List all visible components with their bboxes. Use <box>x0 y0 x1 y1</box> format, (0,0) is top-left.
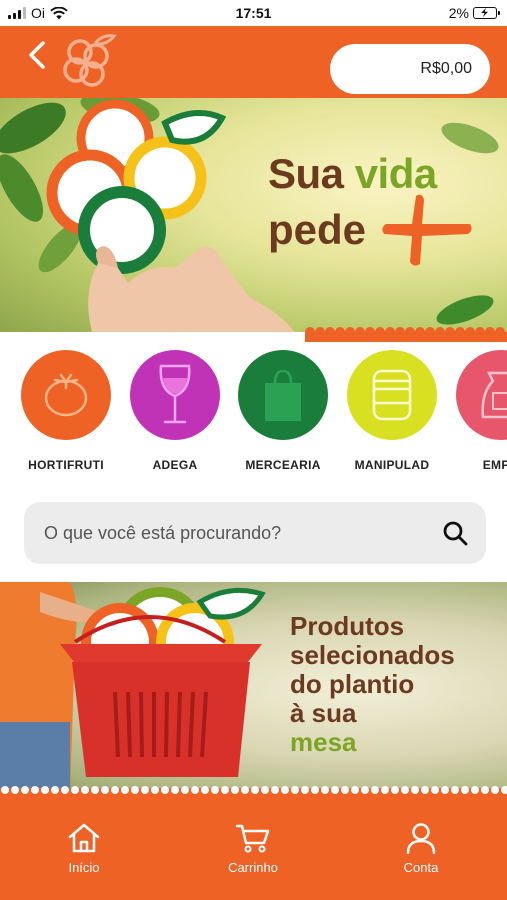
cart-icon <box>235 824 270 853</box>
banner2-headline: Produtos selecionados do plantio à sua m… <box>290 611 455 757</box>
category-carousel[interactable]: HORTIFRUTI ADEGA MERCEARIA MANIPULAD EMP <box>0 342 507 482</box>
category-label: HORTIFRUTI <box>28 458 104 472</box>
category-label: EMPÓ <box>482 458 507 472</box>
battery-percent: 2% <box>448 5 469 21</box>
jar-icon <box>347 350 437 440</box>
nav-conta[interactable]: Conta <box>371 822 471 875</box>
bottom-navigation: Início Carrinho Conta <box>0 796 507 900</box>
cart-total-value: R$0,00 <box>420 60 472 77</box>
tomato-icon <box>21 350 111 440</box>
user-icon <box>406 823 436 854</box>
battery-icon <box>473 7 500 19</box>
clock: 17:51 <box>235 5 272 21</box>
status-bar: Oi 17:51 2% <box>0 0 507 26</box>
home-icon <box>68 823 100 853</box>
nav-label: Carrinho <box>228 860 278 875</box>
category-manipulados[interactable]: MANIPULAD <box>337 350 447 472</box>
search-bar[interactable] <box>24 502 486 564</box>
logo-icon <box>63 34 117 87</box>
battery-info: 2% <box>448 5 500 21</box>
app-header: R$0,00 <box>0 26 507 98</box>
promo-banner-produtos[interactable]: Produtos selecionados do plantio à sua m… <box>0 582 507 796</box>
shopping-bag-icon <box>238 350 328 440</box>
wine-glass-icon <box>130 350 220 440</box>
search-icon[interactable] <box>430 508 480 558</box>
category-hortifruti[interactable]: HORTIFRUTI <box>11 350 121 472</box>
nav-label: Conta <box>403 860 439 875</box>
category-adega[interactable]: ADEGA <box>120 350 230 472</box>
nav-label: Início <box>68 860 100 875</box>
back-icon[interactable] <box>24 40 54 70</box>
banner1-subheadline: pede <box>268 206 367 253</box>
category-label: MANIPULAD <box>354 458 430 472</box>
category-label: ADEGA <box>152 458 198 472</box>
category-emporio[interactable]: EMPÓ <box>446 350 507 472</box>
category-mercearia[interactable]: MERCEARIA <box>228 350 338 472</box>
cart-total-button[interactable]: R$0,00 <box>330 44 490 94</box>
sack-icon <box>456 350 507 440</box>
search-input[interactable] <box>44 522 430 544</box>
plus-icon <box>382 194 472 266</box>
category-label: MERCEARIA <box>245 458 321 472</box>
promo-banner-sua-vida[interactable]: Sua vida pede <box>0 98 507 342</box>
nav-inicio[interactable]: Início <box>34 822 134 875</box>
nav-carrinho[interactable]: Carrinho <box>203 822 303 875</box>
